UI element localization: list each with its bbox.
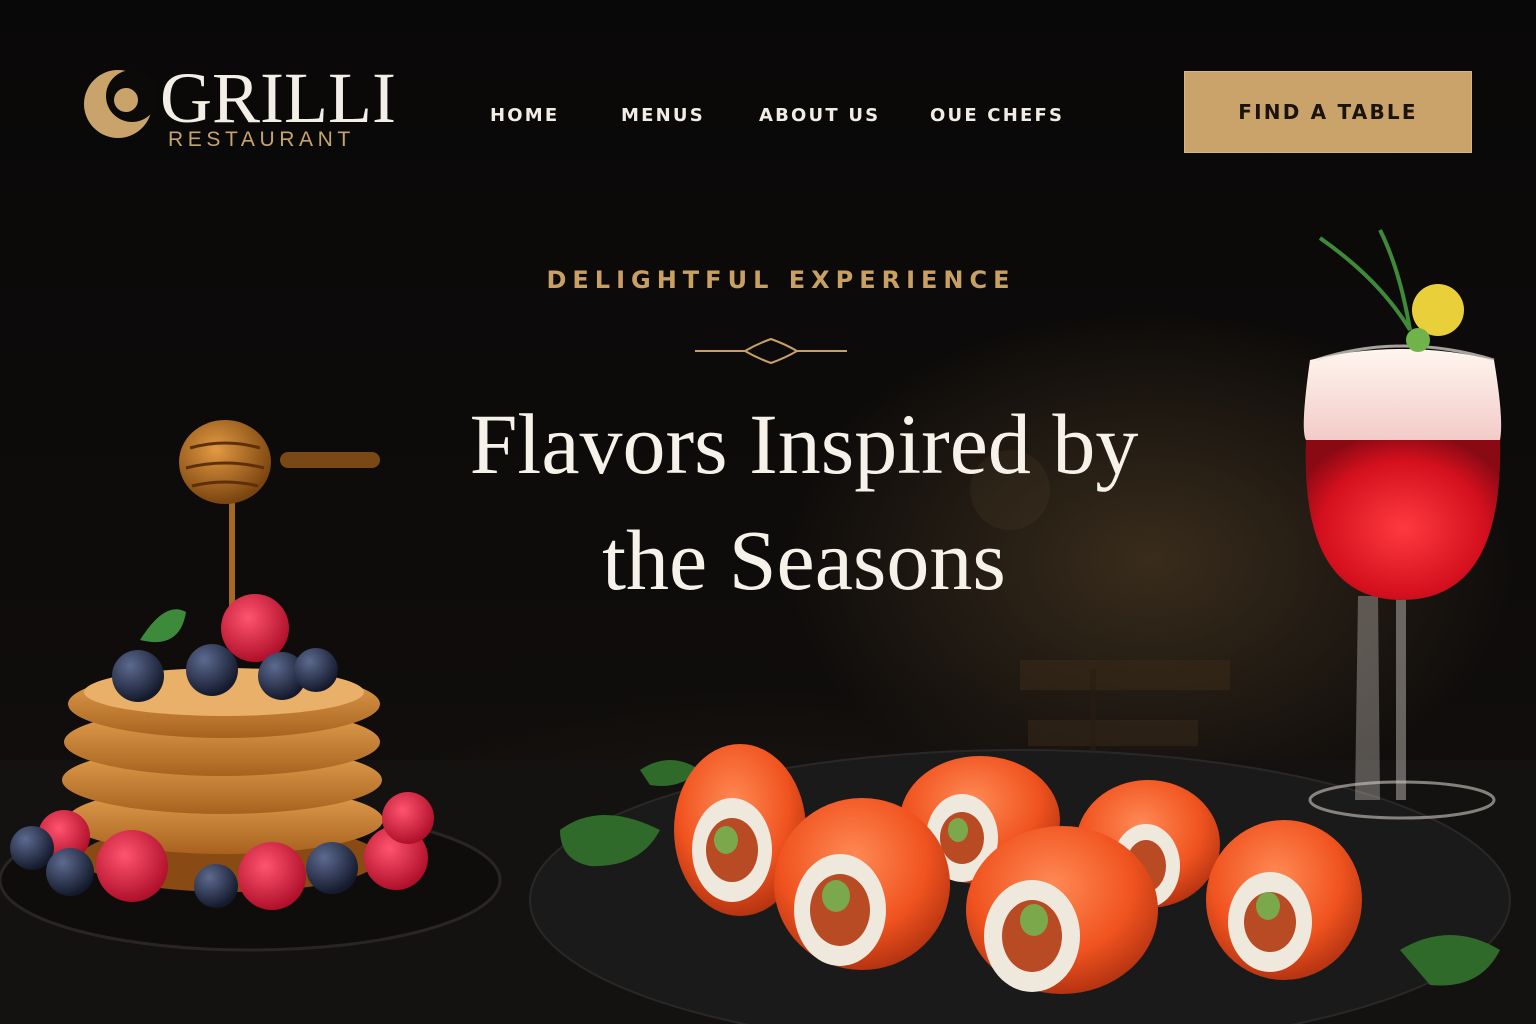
headline-line-2: the Seasons [602,512,1006,608]
hero-headline: Flavors Inspired by the Seasons [300,386,1308,618]
nav-item-about-us[interactable]: ABOUT US [759,103,930,129]
main-nav: HOME MENUS ABOUT US OUE CHEFS [490,103,1080,129]
brand-name: GRILLI [160,58,396,138]
hero-page: GRILLI RESTAURANT HOME MENUS ABOUT US OU… [0,0,1536,1024]
site-header: GRILLI RESTAURANT HOME MENUS ABOUT US OU… [0,0,1536,200]
brand-subtitle: RESTAURANT [168,128,355,151]
nav-item-chefs[interactable]: OUE CHEFS [930,103,1080,129]
headline-line-1: Flavors Inspired by [469,396,1139,492]
nav-item-home[interactable]: HOME [490,103,621,129]
hero-eyebrow: DELIGHTFUL EXPERIENCE [546,266,1016,294]
find-table-button[interactable]: FIND A TABLE [1184,71,1472,153]
brand-logo[interactable]: GRILLI RESTAURANT [82,58,396,162]
nav-item-menus[interactable]: MENUS [621,103,759,129]
crescent-logo-icon [84,70,154,138]
ornament-divider-icon [695,337,847,365]
